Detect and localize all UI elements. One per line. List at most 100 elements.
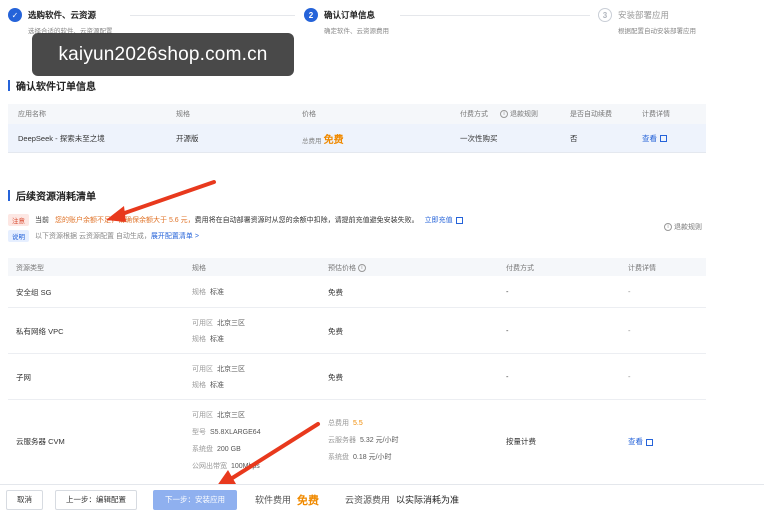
step-2: 2 确认订单信息 确定软件、云资源费用 <box>304 8 389 35</box>
spec-value: 标准 <box>210 382 224 389</box>
col-type: 资源类型 <box>16 265 44 272</box>
col-price-label: 预估价格 <box>328 265 356 272</box>
refund-rule-link[interactable]: i 退款规则 <box>664 222 702 232</box>
resource-price: 免费 <box>328 327 343 336</box>
expand-config-link[interactable]: 展开配置清单 > <box>151 231 199 241</box>
col-name: 应用名称 <box>18 111 46 118</box>
refund-rule-label: 退款规则 <box>673 224 702 231</box>
spec-key: 系统盘 <box>192 446 213 453</box>
info-text: 以下资源根据 云资源配置 自动生成， <box>35 233 151 240</box>
refund-rule-label: 退款规则 <box>509 111 538 118</box>
cloud-fee-label: 云资源费用 <box>345 495 391 505</box>
col-spec: 规格 <box>192 265 206 272</box>
spec-key: 可用区 <box>192 412 213 419</box>
warning-prefix: 当前 <box>35 217 49 224</box>
spec-value: 北京三区 <box>217 412 245 419</box>
info-notice: 说明 以下资源根据 云资源配置 自动生成， 展开配置清单 > <box>8 229 199 243</box>
resource-pay: 按量计费 <box>506 437 536 446</box>
info-icon: i <box>500 110 508 119</box>
resource-spec: 型号 S5.8XLARGE64 <box>192 427 261 437</box>
table-row: 私有网络 VPC 可用区 北京三区 规格 标准 免费 - - <box>8 308 706 354</box>
recharge-link[interactable]: 立即充值 <box>425 215 463 225</box>
footer-bar: 取消 上一步：编辑配置 下一步：安装应用 软件费用 免费 云资源费用 以实际消耗… <box>0 484 764 514</box>
price-key: 总费用 <box>328 420 349 427</box>
resource-table: 资源类型 规格 预估价格 i 付费方式 计费详情 安全组 SG 规格 标准 免费 … <box>8 258 706 490</box>
app-name: DeepSeek - 探索未至之境 <box>18 133 105 143</box>
view-detail-link[interactable]: 查看 <box>642 133 667 144</box>
warning-highlight: 您的账户余额不足，请确保余额大于 5.6 元， <box>55 217 195 224</box>
table-header: 应用名称 规格 价格 付费方式 i 退款规则 是否自动续费 计费详情 <box>8 104 706 124</box>
recharge-label: 立即充值 <box>424 217 453 224</box>
step-3: 3 安装部署应用 根据配置自动安装部署应用 <box>598 8 696 35</box>
app-renew: 否 <box>570 133 578 143</box>
app-spec: 开源版 <box>176 133 199 143</box>
col-price: 价格 <box>302 111 316 118</box>
resource-pay: - <box>506 326 509 335</box>
spec-value: 北京三区 <box>217 320 245 327</box>
section-marker <box>8 190 10 201</box>
warning-tag: 注意 <box>8 214 29 226</box>
resource-detail: - <box>628 287 631 296</box>
step-1-title: 选购软件、云资源 <box>28 10 97 20</box>
spec-value: 北京三区 <box>217 366 245 373</box>
external-link-icon <box>660 135 667 143</box>
cancel-button[interactable]: 取消 <box>6 489 43 510</box>
price-key: 系统盘 <box>328 454 349 461</box>
resource-detail: - <box>628 372 631 381</box>
resource-pay: - <box>506 372 509 381</box>
resource-spec: 规格 标准 <box>192 287 224 297</box>
app-price: 总费用 免费 <box>302 131 344 146</box>
resource-spec: 系统盘 200 GB <box>192 444 241 454</box>
spec-value: S5.8XLARGE64 <box>210 429 261 436</box>
section-title-order: 确认软件订单信息 <box>8 78 96 93</box>
step-2-desc: 确定软件、云资源费用 <box>324 28 389 35</box>
table-header: 资源类型 规格 预估价格 i 付费方式 计费详情 <box>8 258 706 276</box>
price-cvm: 云服务器 5.32 元/小时 <box>328 435 399 445</box>
col-pay: 付费方式 <box>506 265 534 272</box>
resource-type: 私有网络 VPC <box>16 327 64 336</box>
info-icon[interactable]: i <box>357 264 366 273</box>
step-3-number: 3 <box>598 8 612 22</box>
resource-type: 云服务器 CVM <box>16 437 65 446</box>
price-total: 总费用 5.5 <box>328 418 363 428</box>
view-detail-label: 查看 <box>628 437 643 446</box>
warning-notice: 注意 当前 您的账户余额不足，请确保余额大于 5.6 元， 费用将在自动部署资源… <box>8 213 463 227</box>
spec-key: 可用区 <box>192 320 213 327</box>
prev-step-button[interactable]: 上一步：编辑配置 <box>55 489 137 510</box>
resource-spec: 规格 标准 <box>192 334 224 344</box>
price-value: 5.32 元/小时 <box>360 437 399 444</box>
watermark: kaiyun2026shop.com.cn <box>32 33 294 76</box>
spec-key: 规格 <box>192 289 206 296</box>
step-1: ✓ 选购软件、云资源 选择合适的软件、云资源配置 <box>8 8 113 35</box>
software-order-table: 应用名称 规格 价格 付费方式 i 退款规则 是否自动续费 计费详情 DeepS… <box>8 104 706 153</box>
resource-type: 子网 <box>16 373 31 382</box>
step-2-title: 确认订单信息 <box>324 10 376 20</box>
refund-rule-link[interactable]: i 退款规则 <box>500 109 538 119</box>
table-row: DeepSeek - 探索未至之境 开源版 总费用 免费 一次性购买 否 查看 <box>8 124 706 153</box>
software-fee-label: 软件费用 <box>255 495 292 505</box>
resource-price: 免费 <box>328 288 343 297</box>
resource-pay: - <box>506 287 509 296</box>
spec-value: 标准 <box>210 336 224 343</box>
price-value: 5.5 <box>353 420 363 427</box>
app-pay: 一次性购买 <box>460 133 498 143</box>
spec-key: 公网出带宽 <box>192 463 227 470</box>
resource-spec: 规格 标准 <box>192 380 224 390</box>
section-title-resources: 后续资源消耗清单 <box>8 188 96 203</box>
resource-price: 免费 <box>328 373 343 382</box>
price-disk: 系统盘 0.18 元/小时 <box>328 452 392 462</box>
col-spec: 规格 <box>176 111 190 118</box>
col-pay: 付费方式 <box>460 111 488 118</box>
spec-value: 100Mbps <box>231 463 260 470</box>
external-link-icon <box>646 438 653 446</box>
spec-key: 规格 <box>192 336 206 343</box>
next-step-button[interactable]: 下一步：安装应用 <box>153 489 237 510</box>
view-detail-link[interactable]: 查看 <box>628 436 653 447</box>
spec-value: 200 GB <box>217 446 241 453</box>
price-key: 云服务器 <box>328 437 356 444</box>
spec-key: 可用区 <box>192 366 213 373</box>
cloud-fee-value: 以实际消耗为准 <box>396 495 460 505</box>
step-3-title: 安装部署应用 <box>618 10 670 20</box>
section-marker <box>8 80 10 91</box>
step-divider <box>130 15 295 16</box>
